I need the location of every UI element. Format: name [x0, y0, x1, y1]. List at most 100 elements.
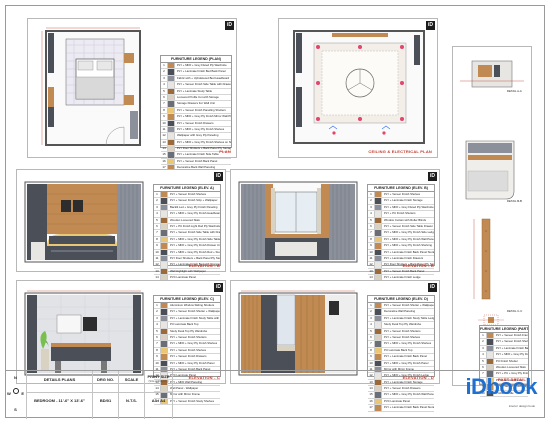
legend-text: PLY + Veneer Finish Shutters [384, 328, 421, 333]
legend-number: 3 [368, 315, 375, 322]
legend-number: 2 [368, 309, 375, 315]
legend-number: 4 [480, 352, 487, 358]
legend-text: PLY + Veneer Finish Strip + Wallpaper [170, 198, 218, 203]
legend-text: PU Finish Shutter [496, 358, 518, 363]
legend-swatch [168, 107, 175, 114]
legend-swatch [168, 101, 175, 107]
legend-text: PLY + Veneer Finish Back Panel [177, 158, 218, 163]
legend-elevation-a: FURNITURE LEGEND (ELEV. A) 1 PLY + Veneer… [153, 184, 221, 288]
legend-swatch [375, 204, 382, 211]
legend-text: Aluminium Window Sliding Shutters [170, 303, 215, 307]
legend-swatch [168, 158, 175, 165]
legend-text: PLY + MDF + Grey Ply Finish Panel [384, 360, 429, 365]
legend-swatch [161, 328, 168, 334]
legend-text: PLY + MDF + Grey Ply Finish Shelves [384, 341, 432, 346]
legend-number: 8 [368, 236, 375, 243]
legend-number: 7 [368, 230, 375, 236]
legend-swatch [487, 358, 494, 364]
legend-swatch [487, 333, 494, 339]
legend-swatch [161, 217, 168, 223]
legend-swatch [375, 217, 382, 223]
legend-swatch [161, 354, 168, 360]
legend-text: PLY + Laminate Finish Storage [384, 198, 423, 203]
legend-text: PLY + Veneer Finish Frame [496, 333, 528, 337]
legend-number: 10 [368, 249, 375, 255]
legend-text: PLY + MDF + Grey Ply Finish Mirror Wall … [177, 114, 231, 119]
legend-number: 12 [368, 262, 375, 268]
legend-text: PLY + MDF + Grey Fluted Ply Wardrobe [384, 204, 434, 209]
legend-text: PLY + MDF + Grey Ply Finish Shelves on S… [177, 139, 231, 144]
legend-swatch [375, 347, 382, 354]
legend-text: Louvered Profile Cot with Storage [177, 94, 219, 99]
brand-badge: iD [214, 172, 223, 181]
drawing-number-label: DRG NO. [96, 377, 115, 382]
legend-text: PLY + Veneer Finish Shutters [170, 334, 207, 339]
print-size-label: PRINT SIZE [147, 374, 170, 379]
legend-title: FURNITURE LEGEND (ELEV. A) [154, 185, 220, 192]
legend-swatch [375, 255, 382, 262]
legend-number: 7 [154, 341, 161, 347]
legend-swatch [161, 315, 168, 322]
drawing-number-cell: DRG NO. BD/01 [93, 371, 119, 419]
legend-text: PLY + Laminate Finish Back [496, 345, 528, 350]
legend-number: 6 [368, 223, 375, 230]
legend-number: 6 [368, 334, 375, 341]
legend-swatch [161, 230, 168, 236]
legend-text: PLY + Veneer Finish Panelling Shutters [177, 107, 226, 112]
ceiling-plan-panel: iD CEILING & ELECTRICAL PLAN [278, 18, 438, 158]
legend-text: PLY + Laminate Finish Back Panel Storage [384, 249, 434, 254]
legend-number: 5 [154, 328, 161, 334]
legend-number: 7 [161, 101, 168, 107]
legend-swatch [161, 303, 168, 309]
legend-swatch [375, 315, 382, 322]
legend-swatch [161, 347, 168, 354]
elevation-c-panel: iD FURNITURE LEGEND (ELEV. C) 1 Aluminium… [16, 280, 226, 406]
legend-swatch [375, 192, 382, 198]
legend-number: 4 [154, 211, 161, 217]
legend-number: 9 [368, 243, 375, 249]
legend-text: Study Desk Top Ply Wardrobe [170, 328, 208, 333]
legend-swatch [161, 223, 168, 230]
floor-plan-drawing [41, 27, 141, 146]
legend-text: PLY + Veneer Finish Drawers [177, 120, 214, 125]
legend-number: 4 [368, 322, 375, 328]
brand-badge: iD [214, 283, 223, 292]
legend-number: 10 [154, 249, 161, 255]
legend-title: FURNITURE LEGEND (ELEV. C) [154, 296, 220, 303]
legend-text: PLY + Veneer Finish Shelves [384, 334, 421, 339]
legend-swatch [168, 139, 175, 146]
legend-number: 8 [161, 107, 168, 114]
legend-swatch [375, 223, 382, 230]
legend-title: FURNITURE LEGEND (PLAN) [161, 56, 231, 63]
section-label: DETAIL A-A [507, 89, 522, 93]
panel-title-ceiling: CEILING & ELECTRICAL PLAN [368, 149, 432, 154]
legend-title: FURNITURE LEGEND (PART) [480, 327, 528, 333]
compass-icon [13, 388, 19, 394]
legend-swatch [375, 322, 382, 328]
legend-swatch [375, 243, 382, 249]
elevation-d-panel: iD FURNITURE LEGEND (ELEV. D) 1 PLY + Ven… [230, 280, 440, 412]
legend-number: 2 [480, 339, 487, 345]
detail-plans-value: BEDROOM - 11'-6" X 13'-6" [34, 398, 85, 403]
legend-text: PLY + Laminate Finish Back Panel [384, 354, 427, 359]
legend-swatch [375, 303, 382, 309]
legend-swatch [168, 94, 175, 101]
legend-text: PLY + MDF + Grey Ply Finish Drawer Unit [170, 243, 220, 248]
legend-text: Window Curtain with Roller Blinds [384, 217, 426, 222]
title-block: N W E S DETAILS PLANS BEDROOM - 11'-6" X… [5, 370, 545, 419]
legend-text: PLY + PU Finish Light Rod Ply Wardrobe [170, 223, 220, 228]
brand-badge: iD [428, 283, 437, 292]
legend-text: PLY + MDF + Grey Ply Finish [496, 352, 528, 357]
panel-title-elevation-a: ELEVATION - A [188, 263, 220, 268]
scale-label: SCALE [124, 377, 139, 382]
legend-text: PLY + PU Finish Shutters [384, 211, 416, 216]
divider [145, 392, 172, 393]
north-compass: N W E S [5, 371, 27, 419]
legend-swatch [375, 198, 382, 204]
legend-number: 13 [161, 139, 168, 146]
compass-w: W [7, 391, 11, 396]
legend-swatch [168, 63, 175, 69]
legend-swatch [161, 198, 168, 204]
logo-text: iDbook [465, 374, 537, 399]
legend-number: 8 [154, 236, 161, 243]
